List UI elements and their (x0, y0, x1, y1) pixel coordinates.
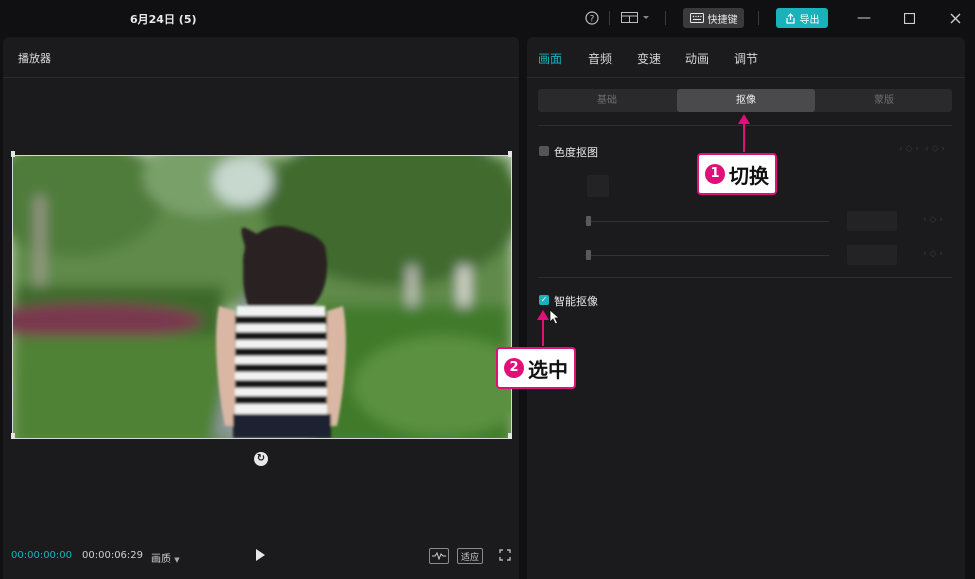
tab-adjust[interactable]: 调节 (734, 50, 758, 67)
layout-icon[interactable] (621, 12, 651, 24)
minimize-icon[interactable]: — (857, 10, 871, 26)
player-title: 播放器 (18, 52, 51, 65)
shortcut-label: 快捷键 (707, 14, 738, 26)
keyframe-nav-icon: ‹ ◇ › (899, 144, 919, 154)
divider (609, 11, 610, 25)
annotation-text: 切换 (729, 163, 769, 188)
slider-track (585, 221, 829, 222)
video-preview[interactable] (12, 155, 512, 439)
fullscreen-icon[interactable] (499, 549, 511, 561)
maximize-icon[interactable] (904, 13, 915, 24)
smart-cutout-checkbox[interactable]: ✓ (539, 295, 549, 305)
play-icon[interactable] (256, 549, 265, 561)
tab-animation[interactable]: 动画 (685, 50, 709, 67)
number-input (847, 211, 897, 231)
divider (665, 11, 666, 25)
shortcut-button[interactable]: 快捷键 (683, 8, 744, 28)
step-number-badge: 1 (705, 164, 725, 184)
total-timecode: 00:00:06:29 (82, 550, 144, 561)
chevron-down-icon: ▼ (174, 556, 180, 564)
rotate-icon[interactable]: ↻ (254, 452, 268, 466)
keyboard-icon (689, 13, 704, 23)
chroma-key-label: 色度抠图 (554, 146, 598, 159)
export-icon (785, 12, 795, 24)
color-picker-icon (587, 175, 609, 197)
divider (758, 11, 759, 25)
player-panel: 播放器 ↻ 00:00:00:00 00:00:06:29 画质 ▼ 适应 (3, 37, 519, 579)
mouse-cursor-icon (549, 309, 561, 325)
ratio-button[interactable]: 适应 (457, 548, 483, 564)
tab-picture[interactable]: 画面 (538, 50, 562, 67)
slider-handle (586, 216, 591, 226)
tab-audio[interactable]: 音频 (588, 50, 612, 67)
waveform-icon[interactable] (429, 548, 449, 564)
segmented-control: 基础 抠像 蒙版 (538, 89, 952, 112)
segment-mask[interactable]: 蒙版 (816, 89, 952, 112)
export-label: 导出 (799, 14, 820, 26)
current-timecode: 00:00:00:00 (11, 550, 73, 561)
annotation-step2: 2 选中 (496, 347, 576, 389)
close-icon[interactable] (950, 13, 961, 24)
keyframe-nav-icon: ‹ ◇ › (923, 215, 943, 225)
segment-cutout[interactable]: 抠像 (677, 89, 815, 112)
segment-basic[interactable]: 基础 (538, 89, 676, 112)
panel-tabs: 画面 音频 变速 动画 调节 (527, 37, 965, 78)
project-title: 6月24日 (5) (130, 13, 197, 26)
ratio-label: 适应 (460, 552, 479, 563)
annotation-arrow (738, 114, 750, 152)
smart-cutout-label: 智能抠像 (554, 295, 598, 308)
slider-track (585, 255, 829, 256)
export-button[interactable]: 导出 (776, 8, 828, 28)
annotation-text: 选中 (528, 357, 568, 382)
quality-dropdown[interactable]: 画质 ▼ (151, 550, 180, 565)
crop-handle[interactable] (11, 433, 15, 439)
chroma-key-checkbox[interactable] (539, 146, 549, 156)
divider (538, 277, 952, 278)
svg-text:?: ? (590, 15, 595, 25)
video-frame (13, 156, 511, 438)
tab-speed[interactable]: 变速 (637, 50, 661, 67)
player-header: 播放器 (3, 37, 519, 78)
crop-handle[interactable] (508, 433, 512, 439)
crop-handle[interactable] (11, 151, 15, 157)
keyframe-nav-icon: ‹ ◇ › (925, 144, 945, 154)
slider-handle (586, 250, 591, 260)
step-number-badge: 2 (504, 358, 524, 378)
annotation-step1: 1 切换 (697, 153, 777, 195)
quality-label: 画质 (151, 554, 171, 565)
crop-handle[interactable] (508, 151, 512, 157)
help-circle-icon[interactable]: ? (585, 11, 599, 25)
number-input (847, 245, 897, 265)
keyframe-nav-icon: ‹ ◇ › (923, 249, 943, 259)
title-bar: 6月24日 (5) ? 快捷键 导出 — (0, 0, 975, 36)
annotation-arrow (537, 310, 549, 346)
